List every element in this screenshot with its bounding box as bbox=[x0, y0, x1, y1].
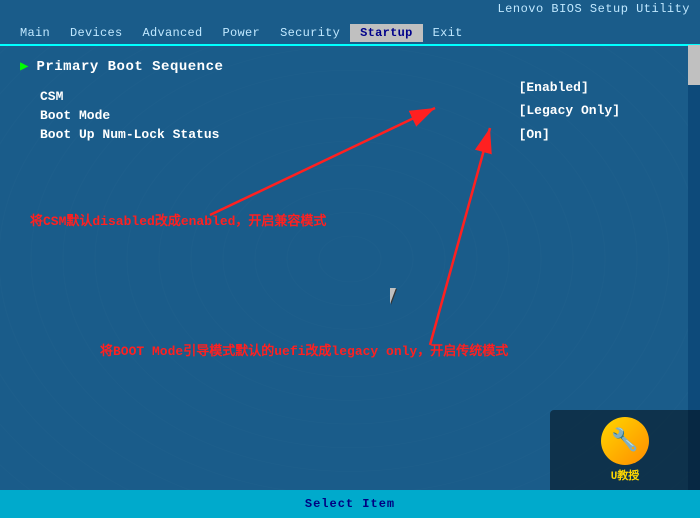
annotation-text-csm: 将CSM默认disabled改成enabled，开启兼容模式 bbox=[30, 210, 326, 229]
menu-items: Main Devices Advanced Power Security Sta… bbox=[10, 24, 473, 42]
setting-name-csm: CSM bbox=[40, 89, 320, 104]
menu-item-advanced[interactable]: Advanced bbox=[133, 24, 213, 42]
menu-item-security[interactable]: Security bbox=[270, 24, 350, 42]
scrollbar-thumb[interactable] bbox=[688, 45, 700, 85]
menu-item-devices[interactable]: Devices bbox=[60, 24, 133, 42]
bios-title: Lenovo BIOS Setup Utility bbox=[497, 2, 690, 16]
section-arrow-icon: ▶ bbox=[20, 58, 28, 75]
bios-title-row: Lenovo BIOS Setup Utility bbox=[0, 0, 700, 18]
setting-name-numlock: Boot Up Num-Lock Status bbox=[40, 127, 320, 142]
value-boot-mode: [Legacy Only] bbox=[519, 99, 620, 122]
watermark: 🔧 U教授 bbox=[550, 410, 700, 490]
watermark-label: U教授 bbox=[601, 467, 649, 483]
annotation-text-boot: 将BOOT Mode引导模式默认的uefi改成legacy only，开启传统模… bbox=[100, 340, 508, 359]
mouse-cursor bbox=[390, 288, 404, 308]
menu-bar: Main Devices Advanced Power Security Sta… bbox=[0, 18, 700, 44]
value-numlock: [On] bbox=[519, 123, 620, 146]
watermark-content: 🔧 U教授 bbox=[601, 417, 649, 483]
menu-item-main[interactable]: Main bbox=[10, 24, 60, 42]
bottom-bar-text: Select Item bbox=[305, 497, 395, 511]
setting-name-boot-mode: Boot Mode bbox=[40, 108, 320, 123]
bios-screen: Lenovo BIOS Setup Utility Main Devices A… bbox=[0, 0, 700, 518]
menu-item-power[interactable]: Power bbox=[213, 24, 271, 42]
section-title: Primary Boot Sequence bbox=[36, 59, 223, 75]
bottom-bar: Select Item bbox=[0, 490, 700, 518]
menu-item-startup[interactable]: Startup bbox=[350, 24, 423, 42]
watermark-logo-icon: 🔧 bbox=[601, 417, 649, 465]
menu-separator bbox=[0, 44, 700, 46]
value-csm: [Enabled] bbox=[519, 76, 620, 99]
values-column: [Enabled] [Legacy Only] [On] bbox=[519, 76, 620, 146]
menu-item-exit[interactable]: Exit bbox=[423, 24, 473, 42]
section-header: ▶ Primary Boot Sequence bbox=[20, 58, 680, 75]
